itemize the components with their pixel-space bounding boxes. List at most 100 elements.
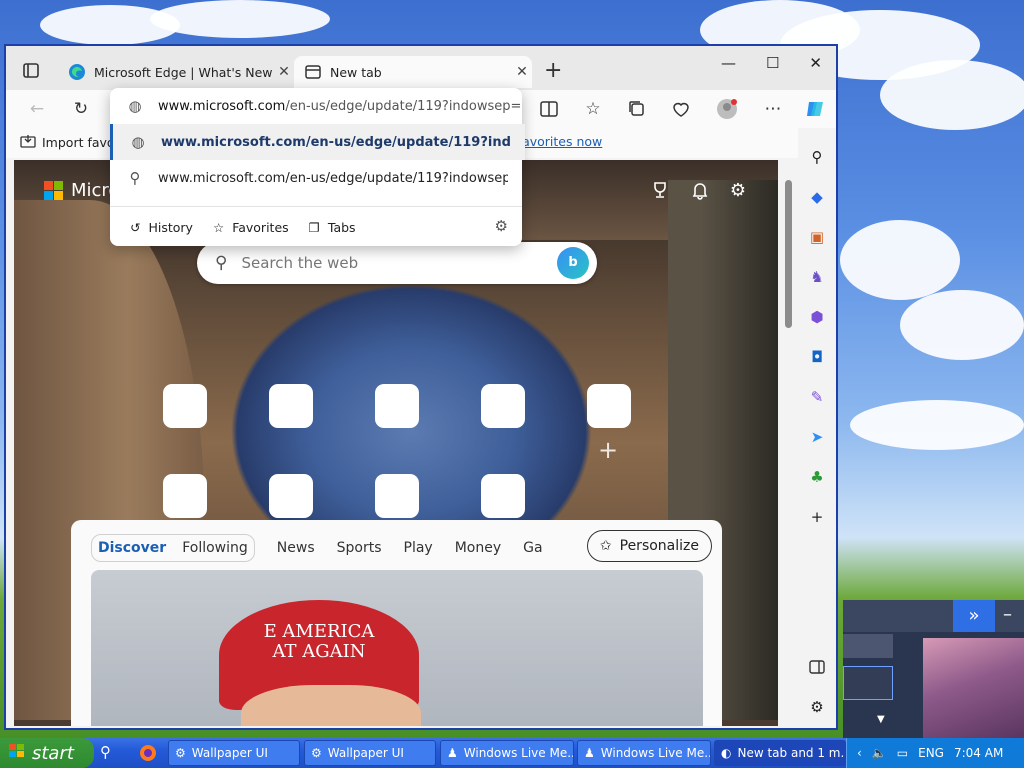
notifications-bell-icon[interactable]: [690, 180, 710, 205]
maximize-button[interactable]: ☐: [766, 54, 779, 72]
address-input[interactable]: ◍ www.microsoft.com/en-us/edge/update/11…: [110, 88, 522, 124]
copilot-icon[interactable]: [804, 98, 826, 120]
footer-label: Tabs: [327, 219, 356, 235]
tab-following[interactable]: Following: [182, 540, 248, 556]
feed-hero-image[interactable]: E AMERICA AT AGAIN: [91, 570, 703, 726]
split-screen-icon[interactable]: [538, 98, 560, 120]
add-quick-link-button[interactable]: +: [598, 436, 618, 464]
rewards-trophy-icon[interactable]: [650, 180, 670, 205]
personalize-button[interactable]: ✩ Personalize: [586, 530, 712, 562]
windows-flag-icon: [8, 743, 26, 764]
suggestion-item[interactable]: ◍ www.microsoft.com/en-us/edge/update/11…: [110, 124, 525, 160]
microsoft-logo[interactable]: Micro: [44, 180, 119, 201]
edge-window: Microsoft Edge | What's New ✕ New tab ✕ …: [4, 44, 838, 730]
quick-link-tile[interactable]: [587, 384, 631, 428]
messenger-icon: ♟: [584, 746, 595, 760]
feed-nav-money[interactable]: Money: [455, 540, 501, 556]
taskbar-item-windows-live[interactable]: ♟ Windows Live Me...: [577, 740, 711, 766]
sidebar-designer-icon[interactable]: ✎: [806, 386, 828, 408]
personalize-label: Personalize: [619, 538, 699, 554]
feed-nav-gaming[interactable]: Ga: [523, 540, 542, 556]
minus-icon[interactable]: –: [1003, 600, 1012, 630]
sidebar-shopping-tag-icon[interactable]: ◆: [806, 186, 828, 208]
news-feed: Discover Following News Sports Play Mone…: [71, 520, 722, 726]
profile-avatar[interactable]: [716, 98, 738, 120]
sparkle-star-icon: ✩: [599, 538, 612, 554]
sidebar-tools-briefcase-icon[interactable]: ▣: [806, 226, 828, 248]
taskbar-item-wallpaper-ui[interactable]: ⚙ Wallpaper UI: [168, 740, 300, 766]
tab-new-tab[interactable]: New tab ✕: [294, 56, 532, 88]
suggestion-item[interactable]: ⚲ www.microsoft.com/en-us/edge/update/11…: [110, 160, 522, 196]
quick-link-tile[interactable]: [269, 384, 313, 428]
sidebar-microsoft365-icon[interactable]: ⬢: [806, 306, 828, 328]
quick-link-tile[interactable]: [375, 474, 419, 518]
close-button[interactable]: ✕: [809, 54, 822, 72]
sidebar-outlook-icon[interactable]: ◘: [806, 346, 828, 368]
minimize-button[interactable]: —: [721, 54, 736, 72]
tab-bar: Microsoft Edge | What's New ✕ New tab ✕ …: [6, 46, 836, 90]
tab-actions-icon[interactable]: [18, 60, 46, 84]
web-search-box[interactable]: ⚲ Search the web b: [197, 242, 597, 284]
language-indicator[interactable]: ENG: [918, 746, 944, 760]
import-favorites-button[interactable]: Import favo: [20, 134, 115, 151]
start-button[interactable]: start: [0, 738, 94, 768]
sidebar-games-icon[interactable]: ♞: [806, 266, 828, 288]
taskbar-item-label: Windows Live Me...: [463, 746, 574, 760]
taskbar-item-windows-live[interactable]: ♟ Windows Live Me...: [440, 740, 574, 766]
footer-favorites-button[interactable]: ☆ Favorites: [213, 220, 289, 235]
tray-chevron-icon[interactable]: ‹: [857, 746, 862, 760]
dropdown-caret-icon[interactable]: ▼: [877, 714, 885, 725]
dropdown-settings-gear-icon[interactable]: ⚙: [495, 217, 508, 235]
back-button[interactable]: ←: [26, 98, 48, 120]
favorites-star-icon: ☆: [212, 219, 225, 235]
feed-nav-sports[interactable]: Sports: [337, 540, 382, 556]
sidebar-tree-icon[interactable]: ♣: [806, 466, 828, 488]
history-clock-icon: ↺: [130, 219, 141, 235]
sidebar-hide-panel-icon[interactable]: [806, 656, 828, 678]
system-tray: ‹ 🔈 ▭ ENG 7:04 AM: [846, 738, 1024, 768]
feed-nav-play[interactable]: Play: [404, 540, 433, 556]
sidebar-search-icon[interactable]: ⚲: [806, 146, 828, 168]
page-settings-gear-icon[interactable]: ⚙: [730, 180, 746, 205]
firefox-icon[interactable]: [138, 743, 158, 767]
page-scrollbar[interactable]: [782, 172, 796, 724]
bing-chat-icon[interactable]: b: [557, 247, 589, 279]
quick-link-tile[interactable]: [163, 384, 207, 428]
taskbar-item-edge[interactable]: ◐ New tab and 1 m...: [714, 740, 846, 766]
sidebar-add-icon[interactable]: +: [806, 506, 828, 528]
tabs-icon: ❐: [308, 219, 320, 235]
quick-link-tile[interactable]: [269, 474, 313, 518]
new-tab-button[interactable]: +: [544, 58, 562, 83]
taskbar-item-label: Wallpaper UI: [191, 746, 268, 760]
background-field: [843, 634, 893, 658]
quick-link-tile[interactable]: [375, 384, 419, 428]
sidebar-drop-send-icon[interactable]: ➤: [806, 426, 828, 448]
volume-icon[interactable]: 🔈: [872, 746, 887, 760]
quick-link-tile[interactable]: [481, 384, 525, 428]
quick-link-tile[interactable]: [163, 474, 207, 518]
clock[interactable]: 7:04 AM: [954, 746, 1003, 760]
feed-nav-news[interactable]: News: [277, 540, 315, 556]
background-field[interactable]: [843, 666, 893, 700]
app-icon: ⚙: [311, 746, 322, 760]
quick-link-tile[interactable]: [481, 474, 525, 518]
close-tab-icon[interactable]: ✕: [274, 64, 294, 80]
taskbar-search-icon[interactable]: ⚲: [100, 743, 111, 761]
browser-essentials-icon[interactable]: [670, 98, 692, 120]
network-icon[interactable]: ▭: [897, 746, 908, 760]
tab-whats-new[interactable]: Microsoft Edge | What's New ✕: [58, 56, 294, 88]
more-menu-icon[interactable]: ⋯: [762, 98, 784, 120]
close-tab-icon[interactable]: ✕: [512, 64, 532, 80]
edge-icon: [68, 63, 86, 81]
tab-discover[interactable]: Discover: [98, 540, 166, 556]
scrollbar-thumb[interactable]: [785, 180, 792, 328]
favorites-star-icon[interactable]: ☆: [582, 98, 604, 120]
double-chevron-icon[interactable]: »: [953, 600, 995, 632]
taskbar-item-wallpaper-ui[interactable]: ⚙ Wallpaper UI: [304, 740, 436, 766]
edge-icon: ◐: [721, 746, 732, 760]
footer-history-button[interactable]: ↺ History: [130, 220, 193, 235]
sidebar-settings-gear-icon[interactable]: ⚙: [806, 696, 828, 718]
collections-icon[interactable]: [626, 98, 648, 120]
footer-tabs-button[interactable]: ❐ Tabs: [309, 220, 356, 235]
refresh-button[interactable]: ↻: [70, 98, 92, 120]
